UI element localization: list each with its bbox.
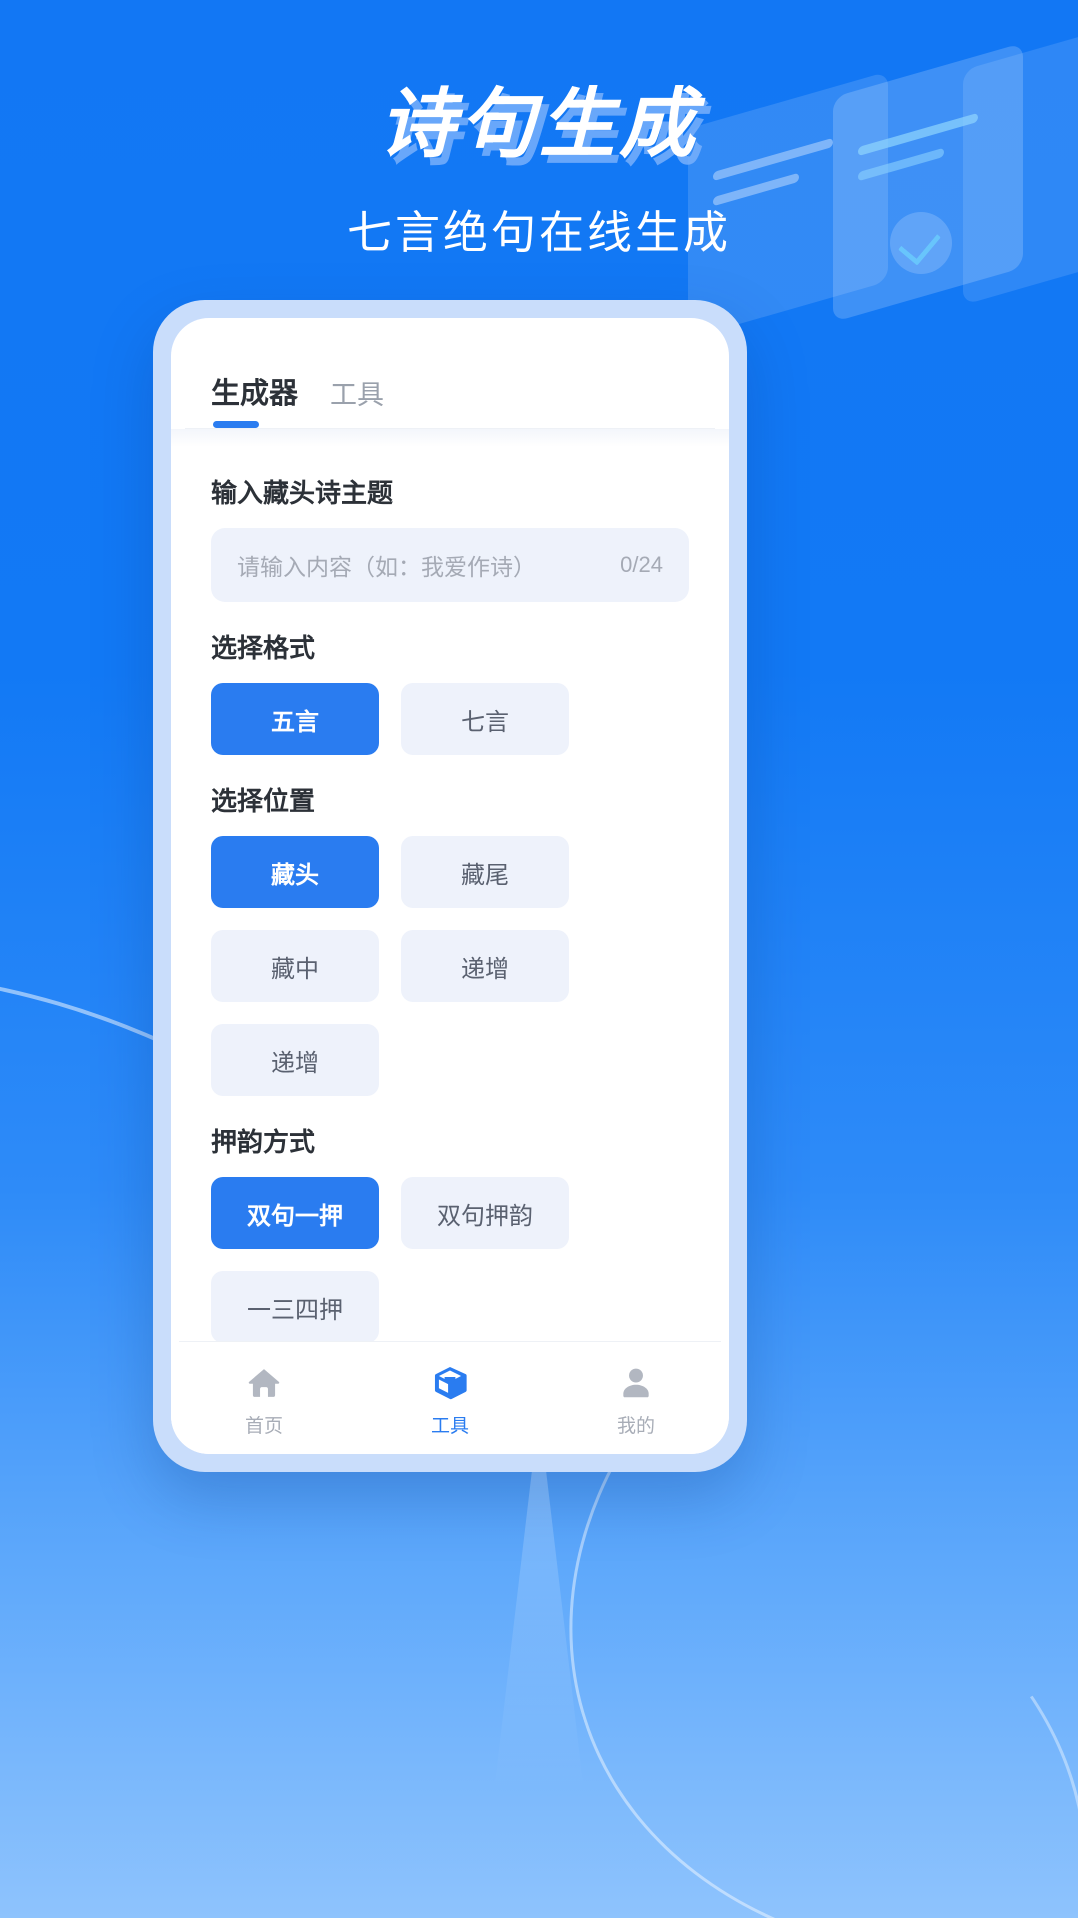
nav-item-home-label: 首页 xyxy=(244,1416,283,1437)
tab-generator-label: 生成器 xyxy=(211,378,299,410)
topic-input-placeholder: 请输入内容（如：我爱作诗） xyxy=(237,554,536,580)
position-option-cangwei[interactable]: 藏尾 xyxy=(401,836,569,908)
rhyme-option-shuangju-yayun[interactable]: 双句押韵 xyxy=(401,1177,569,1249)
position-section-title: 选择位置 xyxy=(211,786,316,816)
position-option-cangtou[interactable]: 藏头 xyxy=(211,836,379,908)
tab-tools-label: 工具 xyxy=(330,380,385,410)
rhyme-section-title: 押韵方式 xyxy=(211,1127,316,1157)
rhyme-option-yisansi-ya[interactable]: 一三四押 xyxy=(211,1271,379,1341)
tab-generator[interactable]: 生成器 xyxy=(211,370,298,428)
form-content: 输入藏头诗主题 请输入内容（如：我爱作诗） 0/24 选择格式 五言 七言 选择… xyxy=(171,447,729,1341)
format-option-wuyan[interactable]: 五言 xyxy=(211,683,379,755)
person-icon xyxy=(623,1368,649,1398)
nav-item-tools[interactable]: 工具 xyxy=(357,1364,543,1438)
page-subtitle: 七言绝句在线生成 xyxy=(346,207,731,258)
hero-banner: 诗句生成 七言绝句在线生成 xyxy=(0,0,1078,261)
tab-active-indicator xyxy=(213,421,259,428)
tools-icon xyxy=(434,1367,467,1400)
phone-mockup: 生成器 工具 输入藏头诗主题 请输入内容（如：我爱作诗） 0/24 选择格式 五… xyxy=(153,300,747,1472)
scroll-fade xyxy=(171,429,729,447)
position-options: 藏头 藏尾 藏中 递增 递增 xyxy=(211,836,689,1096)
tab-tools[interactable]: 工具 xyxy=(330,373,384,428)
rhyme-options: 双句一押 双句押韵 一三四押 xyxy=(211,1177,689,1341)
app-screen: 生成器 工具 输入藏头诗主题 请输入内容（如：我爱作诗） 0/24 选择格式 五… xyxy=(171,318,729,1454)
rhyme-option-shuangju-yiya[interactable]: 双句一押 xyxy=(211,1177,379,1249)
position-option-dizeng-2[interactable]: 递增 xyxy=(211,1024,379,1096)
nav-item-profile[interactable]: 我的 xyxy=(543,1364,729,1438)
position-option-dizeng-1[interactable]: 递增 xyxy=(401,930,569,1002)
phone-stand xyxy=(494,1472,584,1792)
bottom-navigation: 首页 工具 我的 xyxy=(171,1342,729,1454)
format-options: 五言 七言 xyxy=(211,683,689,755)
format-section-title: 选择格式 xyxy=(211,633,316,663)
nav-item-profile-label: 我的 xyxy=(616,1416,655,1437)
nav-item-home[interactable]: 首页 xyxy=(171,1364,357,1438)
topic-section-title: 输入藏头诗主题 xyxy=(211,478,394,508)
page-title: 诗句生成 xyxy=(379,82,699,167)
tab-bar: 生成器 工具 xyxy=(171,318,729,428)
position-option-cangzhong[interactable]: 藏中 xyxy=(211,930,379,1002)
swoosh-arc-bottom xyxy=(263,1437,1078,1918)
topic-input-counter: 0/24 xyxy=(620,552,663,577)
topic-input[interactable]: 请输入内容（如：我爱作诗） 0/24 xyxy=(211,528,689,602)
home-icon xyxy=(248,1369,280,1397)
format-option-qiyan[interactable]: 七言 xyxy=(401,683,569,755)
nav-item-tools-label: 工具 xyxy=(430,1416,469,1437)
